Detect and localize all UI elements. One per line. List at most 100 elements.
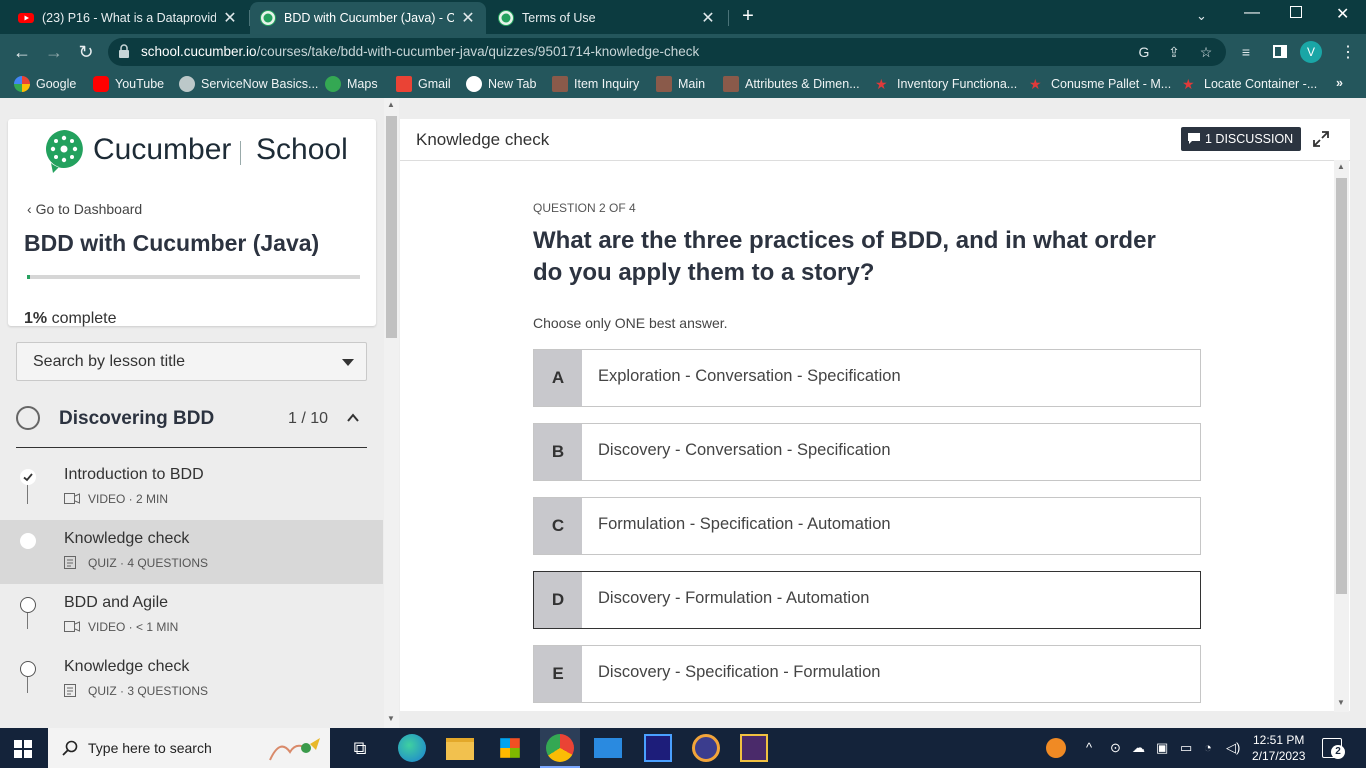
- bookmark-star-icon[interactable]: ☆: [1198, 44, 1214, 60]
- section-count: 1 / 10: [288, 410, 329, 427]
- media-control-icon[interactable]: ≡: [1238, 44, 1254, 60]
- task-view-icon[interactable]: ⧉: [346, 734, 374, 762]
- new-tab-icon[interactable]: +: [738, 6, 758, 26]
- option-text: Exploration - Conversation - Specificati…: [598, 367, 901, 385]
- bookmark-gmail[interactable]: Gmail: [396, 76, 451, 92]
- show-hidden-icons-chevron-icon[interactable]: ^: [1086, 740, 1092, 755]
- search-highlight-illustration-icon: [269, 738, 320, 761]
- quiz-scrollbar[interactable]: ▲ ▼: [1334, 160, 1349, 712]
- close-window-icon[interactable]: ✕: [1336, 4, 1349, 24]
- tab-bdd-cucumber[interactable]: BDD with Cucumber (Java) - Cucu ✕: [250, 2, 486, 34]
- go-to-dashboard-link[interactable]: ‹ Go to Dashboard: [27, 201, 142, 217]
- scroll-down-arrow-icon[interactable]: ▼: [1337, 698, 1345, 707]
- answer-option-e[interactable]: E Discovery - Specification - Formulatio…: [533, 645, 1201, 703]
- progress-text: 1% complete: [24, 310, 117, 327]
- windows-taskbar: Type here to search ⧉ ^ ⊙ ☁ ▣ ▭ ◔ ◁) 12:…: [0, 728, 1366, 768]
- address-bar[interactable]: school.cucumber.io/courses/take/bdd-with…: [108, 38, 1226, 66]
- scroll-up-arrow-icon[interactable]: ▲: [1337, 162, 1345, 171]
- clock-date: 2/17/2023: [1252, 749, 1306, 763]
- bookmark-servicenow[interactable]: ServiceNow Basics...: [179, 76, 318, 92]
- wifi-icon[interactable]: ◔: [1204, 740, 1212, 755]
- bookmark-new-tab[interactable]: New Tab: [466, 76, 536, 92]
- system-clock[interactable]: 12:51 PM 2/17/2023: [1252, 732, 1305, 764]
- answer-option-d[interactable]: D Discovery - Formulation - Automation: [533, 571, 1201, 629]
- edge-icon[interactable]: [398, 734, 426, 762]
- windows-start-icon[interactable]: [14, 740, 32, 758]
- bookmark-youtube[interactable]: YouTube: [93, 76, 164, 92]
- scroll-up-arrow-icon[interactable]: ▲: [387, 100, 395, 109]
- taskbar-search-placeholder: Type here to search: [88, 740, 212, 756]
- menu-kebab-icon[interactable]: ⋮: [1340, 42, 1356, 62]
- tab-title: (23) P16 - What is a Dataprovider: [42, 11, 216, 25]
- network-alert-icon[interactable]: ☁: [1132, 740, 1145, 756]
- chevron-up-icon[interactable]: [346, 411, 360, 425]
- close-tab-icon[interactable]: ✕: [460, 8, 476, 28]
- bookmark-google[interactable]: Google: [14, 76, 76, 92]
- gmail-icon: [396, 76, 412, 92]
- lesson-item[interactable]: Knowledge check QUIZ · 3 QUESTIONS: [0, 648, 383, 712]
- google-lens-icon[interactable]: G: [1136, 44, 1152, 60]
- lesson-search-select[interactable]: Search by lesson title: [16, 342, 367, 381]
- current-lesson-dot-icon: [20, 533, 36, 549]
- tab-terms[interactable]: Terms of Use ✕: [488, 2, 726, 34]
- taskbar-search-box[interactable]: Type here to search: [48, 728, 330, 768]
- tab-search-chevron-icon[interactable]: ⌄: [1196, 8, 1207, 24]
- lesson-item[interactable]: Introduction to BDD VIDEO · 2 MIN: [0, 456, 383, 520]
- back-arrow-icon[interactable]: ←: [10, 40, 34, 64]
- discussion-button[interactable]: 1 DISCUSSION: [1181, 127, 1302, 151]
- weather-icon[interactable]: [1046, 738, 1066, 758]
- lesson-status-circle-icon: [20, 597, 36, 613]
- question-text: What are the three practices of BDD, and…: [533, 227, 1156, 286]
- bookmark-attributes[interactable]: Attributes & Dimen...: [723, 76, 860, 92]
- location-icon[interactable]: ⊙: [1110, 740, 1121, 756]
- forward-arrow-icon[interactable]: →: [42, 40, 66, 64]
- quiz-icon: [64, 556, 76, 569]
- bookmark-consume-pallet[interactable]: ★ Conusme Pallet - M...: [1029, 76, 1171, 92]
- lesson-item-active[interactable]: Knowledge check QUIZ · 4 QUESTIONS: [0, 520, 383, 584]
- bookmark-locate-container[interactable]: ★ Locate Container -...: [1182, 76, 1317, 92]
- bookmarks-bar: Google YouTube ServiceNow Basics... Maps…: [0, 70, 1366, 98]
- cucumber-logo-icon[interactable]: [43, 128, 85, 174]
- close-tab-icon[interactable]: ✕: [700, 8, 716, 28]
- progress-fill: [27, 275, 31, 279]
- reload-icon[interactable]: ↻: [74, 40, 98, 64]
- option-letter: A: [534, 350, 582, 406]
- intellij-icon[interactable]: [644, 734, 672, 762]
- more-bookmarks-icon[interactable]: »: [1336, 76, 1343, 90]
- expand-icon[interactable]: [1312, 130, 1330, 148]
- profile-avatar[interactable]: V: [1300, 41, 1322, 63]
- mail-icon[interactable]: [594, 738, 622, 758]
- section-header[interactable]: Discovering BDD 1 / 10: [16, 398, 367, 448]
- game-app-icon[interactable]: [740, 734, 768, 762]
- close-tab-icon[interactable]: ✕: [222, 8, 238, 28]
- scroll-down-arrow-icon[interactable]: ▼: [387, 714, 395, 723]
- eclipse-icon[interactable]: [692, 734, 720, 762]
- bookmark-item-inquiry[interactable]: Item Inquiry: [552, 76, 639, 92]
- scrollbar-thumb[interactable]: [386, 116, 397, 338]
- sidebar-scrollbar[interactable]: ▲ ▼: [384, 98, 399, 728]
- answer-option-c[interactable]: C Formulation - Specification - Automati…: [533, 497, 1201, 555]
- maps-pin-icon: [325, 76, 341, 92]
- url-text: school.cucumber.io/courses/take/bdd-with…: [141, 44, 700, 59]
- microsoft-store-icon[interactable]: [500, 738, 520, 758]
- minimize-icon[interactable]: —: [1244, 4, 1260, 22]
- battery-icon[interactable]: ▭: [1180, 740, 1192, 756]
- answer-option-b[interactable]: B Discovery - Conversation - Specificati…: [533, 423, 1201, 481]
- share-icon[interactable]: ⇪: [1166, 44, 1182, 60]
- tab-youtube[interactable]: (23) P16 - What is a Dataprovider ✕: [8, 2, 248, 34]
- display-icon[interactable]: ▣: [1156, 740, 1168, 756]
- side-panel-icon[interactable]: [1273, 45, 1287, 58]
- bookmark-maps[interactable]: Maps: [325, 76, 378, 92]
- chrome-icon[interactable]: [546, 734, 574, 762]
- bookmark-main[interactable]: Main: [656, 76, 705, 92]
- volume-icon[interactable]: ◁): [1226, 740, 1240, 756]
- notification-center-icon[interactable]: 2: [1322, 738, 1345, 759]
- bookmark-inventory[interactable]: ★ Inventory Functiona...: [875, 76, 1017, 92]
- progress-bar: [27, 275, 360, 279]
- scrollbar-thumb[interactable]: [1336, 178, 1347, 594]
- answer-option-a[interactable]: A Exploration - Conversation - Specifica…: [533, 349, 1201, 407]
- lesson-item[interactable]: BDD and Agile VIDEO · < 1 MIN: [0, 584, 383, 648]
- file-explorer-icon[interactable]: [446, 738, 474, 760]
- restore-icon[interactable]: [1290, 6, 1302, 18]
- youtube-icon: [93, 76, 109, 92]
